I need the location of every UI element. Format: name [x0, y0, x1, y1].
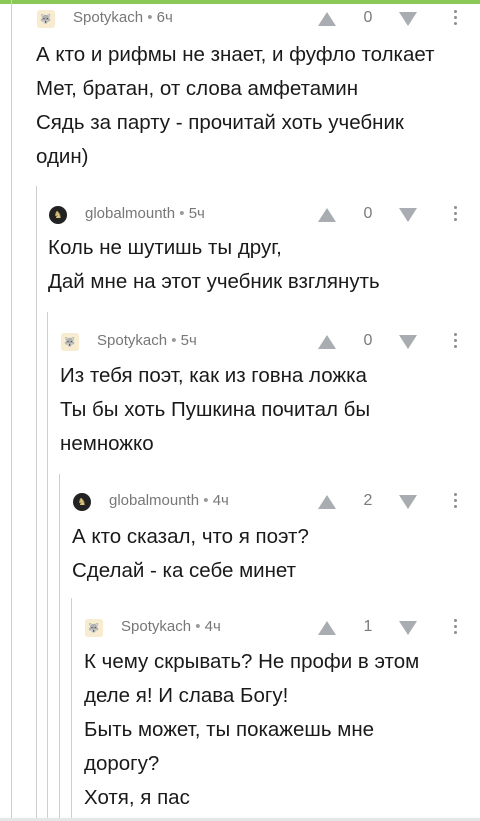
comment: ♞ globalmounth • 5ч 0 Коль не шутишь ты …: [47, 200, 480, 299]
wolf-avatar-icon[interactable]: 🐺: [37, 10, 55, 28]
comment-line: А кто сказал, что я поэт?: [72, 525, 309, 548]
comment-score: 0: [363, 332, 373, 349]
more-options-icon[interactable]: [454, 10, 458, 28]
comment-header: 🐺 Spotykach • 4ч 1: [83, 613, 480, 641]
separator: •: [179, 205, 185, 222]
author-name[interactable]: Spotykach: [97, 332, 167, 349]
thread-line[interactable]: [36, 186, 37, 821]
comment: 🐺 Spotykach • 4ч 1 К чему скрывать? Не п…: [83, 613, 480, 815]
comment-text: А кто сказал, что я поэт? Сделай - ка се…: [71, 520, 480, 588]
comment-line: Дай мне на этот учебник взглянуть: [48, 270, 380, 293]
more-options-icon[interactable]: [454, 493, 458, 511]
comment-age: 4ч: [204, 618, 221, 635]
comment-line: Сядь за парту - прочитай хоть учебник: [36, 111, 404, 134]
comment-age: 5ч: [180, 332, 197, 349]
comment-header: ♞ globalmounth • 4ч 2: [71, 487, 480, 515]
more-options-icon[interactable]: [454, 206, 458, 224]
comment-line: К чему скрывать? Не профи в этом: [84, 650, 420, 673]
more-options-icon[interactable]: [454, 619, 458, 637]
more-options-icon[interactable]: [454, 333, 458, 351]
downvote-icon[interactable]: [399, 495, 417, 509]
separator: •: [171, 332, 177, 349]
author-name[interactable]: Spotykach: [73, 9, 143, 26]
comment-line: немножко: [60, 432, 154, 455]
comment-header: 🐺 Spotykach • 6ч 0: [35, 4, 480, 32]
comment-line: Хотя, я пас: [84, 786, 190, 809]
comment-score: 1: [363, 618, 373, 635]
comment-text: А кто и рифмы не знает, и фуфло толкает …: [35, 38, 480, 174]
dark-round-avatar-icon[interactable]: ♞: [49, 206, 67, 224]
comment-score: 0: [363, 205, 373, 222]
comment-line: один): [36, 145, 89, 168]
comment: 🐺 Spotykach • 5ч 0 Из тебя поэт, как из …: [59, 327, 480, 461]
downvote-icon[interactable]: [399, 12, 417, 26]
thread-line[interactable]: [59, 474, 60, 821]
comment-line: А кто и рифмы не знает, и фуфло толкает: [36, 43, 435, 66]
comment-line: Быть может, ты покажешь мне: [84, 718, 375, 741]
dark-round-avatar-icon[interactable]: ♞: [73, 493, 91, 511]
separator: •: [195, 618, 201, 635]
comment-line: Мет, братан, от слова амфетамин: [36, 77, 359, 100]
upvote-icon[interactable]: [318, 335, 336, 349]
comment-line: Из тебя поэт, как из говна ложка: [60, 364, 367, 387]
downvote-icon[interactable]: [399, 208, 417, 222]
comment-line: деле я! И слава Богу!: [84, 684, 289, 707]
author-name[interactable]: Spotykach: [121, 618, 191, 635]
comment-header: ♞ globalmounth • 5ч 0: [47, 200, 480, 228]
thread-line[interactable]: [47, 312, 48, 821]
comment: 🐺 Spotykach • 6ч 0 А кто и рифмы не знае…: [35, 4, 480, 174]
upvote-icon[interactable]: [318, 495, 336, 509]
comment-score: 2: [363, 492, 373, 509]
downvote-icon[interactable]: [399, 621, 417, 635]
thread-line[interactable]: [71, 598, 72, 821]
comment-score: 0: [363, 9, 373, 26]
downvote-icon[interactable]: [399, 335, 417, 349]
comment-text: К чему скрывать? Не профи в этом деле я!…: [83, 645, 480, 815]
author-name[interactable]: globalmounth: [85, 205, 175, 222]
comment-age: 6ч: [156, 9, 173, 26]
separator: •: [147, 9, 153, 26]
wolf-avatar-icon[interactable]: 🐺: [61, 333, 79, 351]
comment-text: Из тебя поэт, как из говна ложка Ты бы х…: [59, 359, 480, 461]
comment-text: Коль не шутишь ты друг, Дай мне на этот …: [47, 231, 480, 299]
separator: •: [203, 492, 209, 509]
wolf-avatar-icon[interactable]: 🐺: [85, 619, 103, 637]
comment-line: Коль не шутишь ты друг,: [48, 236, 282, 259]
author-name[interactable]: globalmounth: [109, 492, 199, 509]
comment-age: 5ч: [188, 205, 205, 222]
comment-line: Сделай - ка себе минет: [72, 559, 297, 582]
comment: ♞ globalmounth • 4ч 2 А кто сказал, что …: [71, 487, 480, 588]
comment-age: 4ч: [212, 492, 229, 509]
upvote-icon[interactable]: [318, 621, 336, 635]
comment-line: Ты бы хоть Пушкина почитал бы: [60, 398, 371, 421]
upvote-icon[interactable]: [318, 208, 336, 222]
comment-header: 🐺 Spotykach • 5ч 0: [59, 327, 480, 355]
thread-line[interactable]: [11, 0, 12, 821]
comment-line: дорогу?: [84, 752, 160, 775]
upvote-icon[interactable]: [318, 12, 336, 26]
